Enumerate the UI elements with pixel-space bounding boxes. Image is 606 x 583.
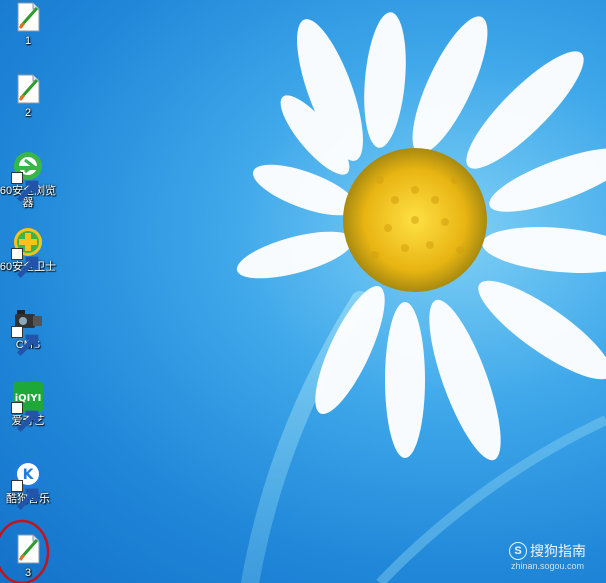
iqiyi-icon: iQIYI	[11, 380, 45, 433]
kugou-icon: K	[11, 458, 45, 511]
sogou-logo-icon: S	[509, 542, 527, 560]
shortcut-arrow-icon	[11, 326, 39, 357]
desktop-icon-360-security[interactable]: 60安全卫士	[0, 226, 56, 279]
paint-document-icon	[11, 72, 45, 106]
annotation-circle	[0, 519, 50, 583]
desktop-icon-cms[interactable]: CMS	[0, 304, 56, 357]
shortcut-arrow-icon	[11, 248, 39, 279]
360-security-icon	[11, 226, 45, 279]
360-browser-icon	[11, 150, 45, 203]
sogou-watermark: S 搜狗指南 zhinan.sogou.com	[509, 541, 586, 571]
paint-document-icon	[11, 0, 45, 34]
watermark-brand: S 搜狗指南	[509, 541, 586, 561]
shortcut-arrow-icon	[11, 402, 39, 433]
daisy-wallpaper	[236, 12, 606, 583]
desktop-icon-360-browser[interactable]: 60安全浏览 器	[0, 150, 56, 209]
watermark-brand-text: 搜狗指南	[530, 543, 586, 559]
shortcut-arrow-icon	[11, 480, 39, 511]
desktop-icon-kugou[interactable]: K 酷狗音乐	[0, 458, 56, 511]
shortcut-arrow-icon	[11, 172, 39, 203]
icon-label: 1	[24, 35, 32, 47]
icon-label: 2	[24, 107, 32, 119]
desktop-icon-iqiyi[interactable]: iQIYI 爱奇艺	[0, 380, 56, 433]
desktop-icon-1[interactable]: 1	[0, 0, 56, 47]
desktop-icon-2[interactable]: 2	[0, 72, 56, 119]
camera-icon	[11, 304, 45, 357]
desktop[interactable]: 1 2 60安全浏览 器 60安全卫士 CMS iQIYI 爱奇艺 K 酷狗音乐…	[0, 0, 606, 583]
watermark-url: zhinan.sogou.com	[510, 561, 585, 571]
